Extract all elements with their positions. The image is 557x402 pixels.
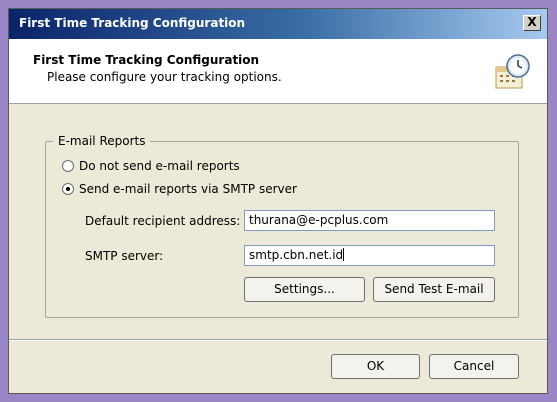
cancel-button[interactable]: Cancel (429, 354, 519, 379)
radio-no-email[interactable]: Do not send e-mail reports (62, 159, 240, 173)
email-reports-label: E-mail Reports (53, 134, 151, 148)
radio-smtp[interactable]: Send e-mail reports via SMTP server (62, 182, 297, 196)
radio-smtp-indicator[interactable] (62, 183, 74, 195)
window-title: First Time Tracking Configuration (19, 16, 246, 30)
recipient-input[interactable]: thurana@e-pcplus.com (244, 210, 495, 231)
radio-no-email-label: Do not send e-mail reports (79, 159, 240, 173)
smtp-server-value: smtp.cbn.net.id (249, 248, 344, 262)
text-caret (343, 248, 345, 261)
title-bar[interactable]: First Time Tracking Configuration X (9, 9, 547, 39)
header-title: First Time Tracking Configuration (33, 53, 260, 67)
radio-smtp-label: Send e-mail reports via SMTP server (79, 182, 297, 196)
configuration-dialog: First Time Tracking Configuration X Firs… (8, 8, 548, 394)
recipient-label: Default recipient address: (85, 214, 241, 228)
footer-separator (9, 339, 547, 341)
send-test-email-button[interactable]: Send Test E-mail (373, 277, 495, 302)
smtp-server-label: SMTP server: (85, 249, 164, 263)
ok-button[interactable]: OK (331, 354, 420, 379)
settings-button[interactable]: Settings... (244, 277, 365, 302)
dialog-header: First Time Tracking Configuration Please… (9, 39, 547, 104)
header-subtitle: Please configure your tracking options. (47, 70, 282, 84)
close-button[interactable]: X (523, 15, 541, 31)
smtp-server-input[interactable]: smtp.cbn.net.id (244, 245, 495, 266)
calendar-clock-icon (495, 54, 530, 89)
recipient-value: thurana@e-pcplus.com (249, 213, 389, 227)
radio-no-email-indicator[interactable] (62, 160, 74, 172)
